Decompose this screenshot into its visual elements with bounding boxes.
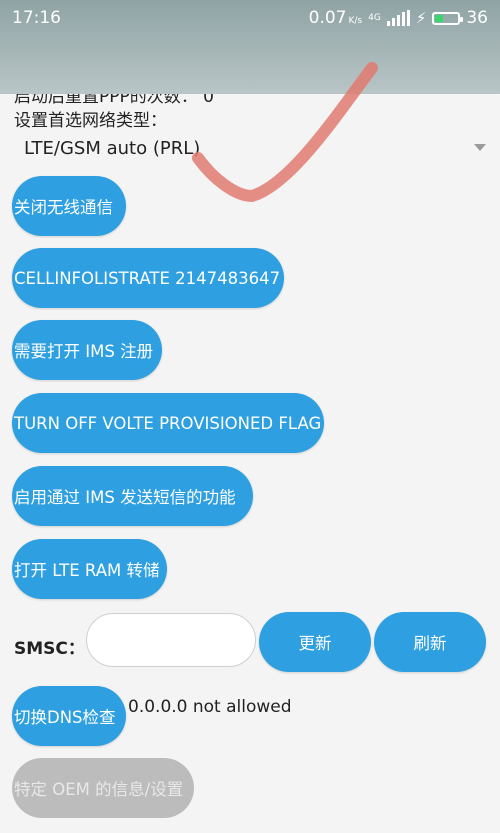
oem-info-button: 特定 OEM 的信息/设置 bbox=[12, 758, 194, 818]
smsc-input[interactable] bbox=[86, 613, 256, 667]
dns-check-button[interactable]: 切换DNS检查 bbox=[12, 686, 126, 746]
status-bar: 17:16 0.07 K/s 4G ⚡ 36 bbox=[0, 0, 500, 94]
lte-ram-dump-button[interactable]: 打开 LTE RAM 转储 bbox=[12, 539, 167, 599]
ims-registration-button[interactable]: 需要打开 IMS 注册 bbox=[12, 320, 162, 380]
net-speed-value: 0.07 bbox=[308, 8, 347, 28]
smsc-label: SMSC： bbox=[14, 639, 85, 659]
dns-status: 0.0.0.0 not allowed bbox=[128, 697, 292, 717]
volte-provisioned-button[interactable]: TURN OFF VOLTE PROVISIONED FLAG bbox=[12, 393, 324, 453]
network-type-badge: 4G bbox=[368, 13, 381, 23]
charging-icon: ⚡ bbox=[415, 9, 427, 27]
battery-percent: 36 bbox=[466, 8, 488, 28]
cell-info-rate-button[interactable]: CELLINFOLISTRATE 2147483647 bbox=[12, 248, 284, 308]
battery-icon bbox=[432, 11, 464, 25]
preferred-network-spinner[interactable]: LTE/GSM auto (PRL) bbox=[14, 132, 488, 164]
smsc-refresh-button[interactable]: 刷新 bbox=[374, 612, 486, 672]
sms-over-ims-button[interactable]: 启用通过 IMS 发送短信的功能 bbox=[12, 466, 253, 526]
signal-icon bbox=[386, 10, 410, 26]
dropdown-arrow-icon bbox=[474, 144, 486, 151]
status-time: 17:16 bbox=[12, 8, 61, 28]
radio-off-button[interactable]: 关闭无线通信 bbox=[12, 176, 126, 236]
preferred-network-value: LTE/GSM auto (PRL) bbox=[24, 137, 201, 159]
net-speed-unit: K/s bbox=[348, 16, 363, 26]
net-speed: 0.07 K/s bbox=[309, 8, 362, 28]
preferred-network-label: 设置首选网络类型： bbox=[14, 111, 167, 131]
smsc-update-button[interactable]: 更新 bbox=[259, 612, 371, 672]
status-icons: 0.07 K/s 4G ⚡ 36 bbox=[309, 8, 488, 28]
